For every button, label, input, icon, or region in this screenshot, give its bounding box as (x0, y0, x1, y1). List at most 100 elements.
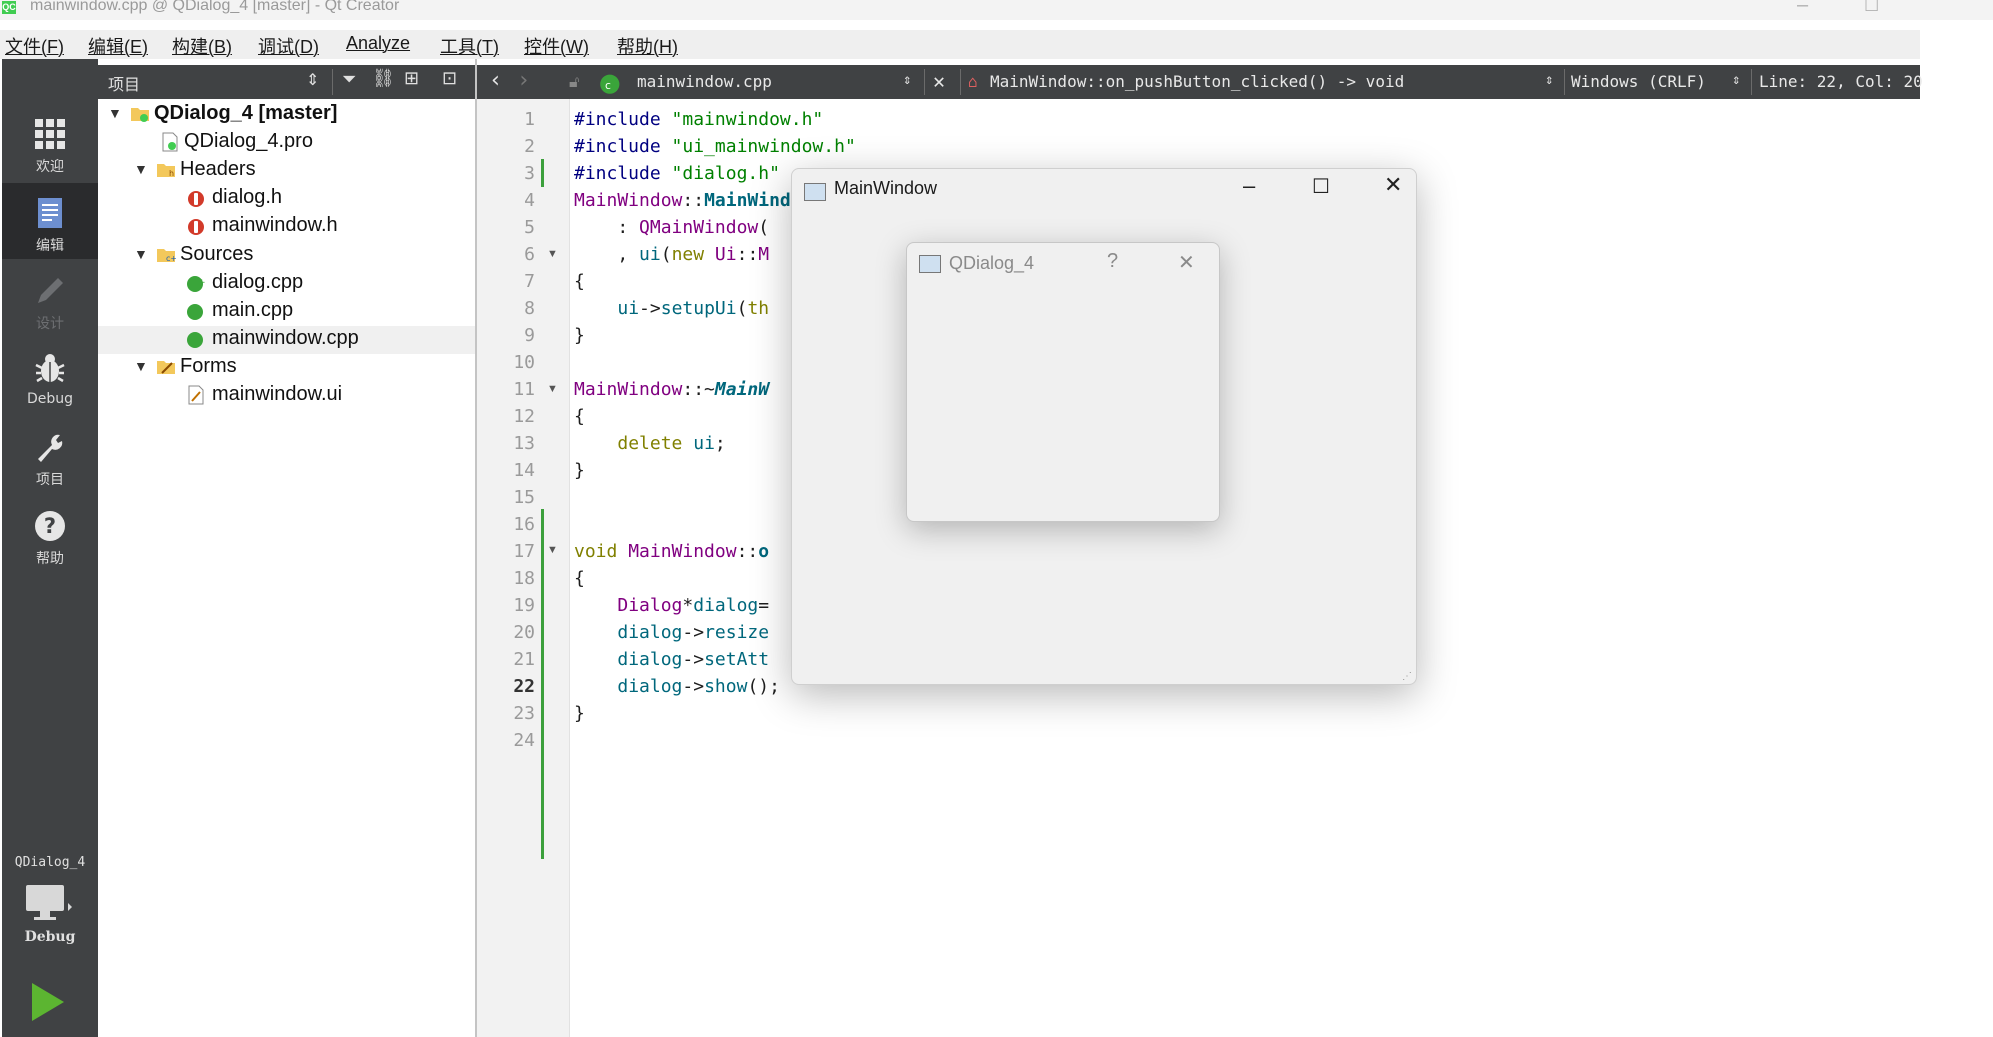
line-number: 10 (513, 352, 535, 373)
line-number: 22 (513, 676, 535, 697)
mode-projects[interactable]: 项目 (2, 417, 98, 493)
app-window-icon (919, 255, 941, 273)
code-line: Dialog*dialog= (617, 595, 770, 616)
line-number: 18 (513, 568, 535, 589)
filter-icon[interactable]: ⏷ (342, 69, 356, 90)
line-number: 19 (513, 595, 535, 616)
close-icon[interactable]: ✕ (1384, 172, 1402, 198)
tree-item-label: QDialog_4.pro (184, 130, 313, 152)
line-number: 4 (524, 190, 535, 211)
mode-welcome[interactable]: 欢迎 (2, 104, 98, 180)
close-icon[interactable]: ✕ (1178, 250, 1195, 275)
line-number: 2 (524, 136, 535, 157)
symbol-updown-icon[interactable]: ⇕ (1545, 72, 1553, 88)
code-line: } (574, 460, 585, 481)
mode-design[interactable]: 设计 (2, 261, 98, 337)
expand-arrow-icon[interactable]: ▼ (108, 105, 122, 121)
tree-item-headers[interactable]: ▼ h Headers (98, 157, 475, 185)
close-panel-icon[interactable]: ⊡ (442, 68, 457, 89)
qdialog-window[interactable]: QDialog_4 ? ✕ (906, 242, 1220, 522)
minimize-icon[interactable]: – (1797, 0, 1808, 17)
kit-selector[interactable]: Debug (2, 877, 98, 957)
tree-item-dialog-cpp[interactable]: + dialog.cpp (98, 270, 475, 298)
mode-help-label: 帮助 (36, 551, 64, 567)
link-icon[interactable]: ⛓ (372, 68, 395, 89)
tree-item-mainwindow-ui[interactable]: mainwindow.ui (98, 382, 475, 410)
maximize-icon[interactable]: ☐ (1312, 174, 1330, 199)
code-line: { (574, 406, 585, 427)
tree-item-label: Headers (180, 158, 256, 180)
lock-icon[interactable]: 🔓︎ (569, 72, 579, 92)
tree-item-main-cpp[interactable]: main.cpp (98, 298, 475, 326)
headers-folder-icon: h (157, 164, 175, 178)
code-line: #include "dialog.h" (574, 163, 780, 184)
expand-arrow-icon[interactable]: ▼ (134, 358, 148, 374)
resize-grip-icon[interactable]: ⋰ (1402, 671, 1412, 682)
mode-debug-label: Debug (26, 391, 74, 407)
edit-doc-icon (38, 198, 62, 228)
line-number: 3 (524, 163, 535, 184)
cursor-position[interactable]: Line: 22, Col: 20 (1759, 72, 1923, 91)
tree-item-label: dialog.cpp (212, 271, 304, 293)
line-numbers: 1 2 3 4 5 6 7 8 9 10 11 12 13 14 15 16 17 18 19 20 21 22 23 24 (477, 99, 569, 1037)
tree-item-label: Forms (180, 355, 237, 377)
mode-edit[interactable]: 编辑 (2, 183, 98, 259)
svg-text:+: + (198, 278, 206, 288)
menu-file[interactable]: 文件(F) (5, 33, 64, 59)
tree-item-label: QDialog_4 [master] (154, 102, 338, 124)
line-ending-selector[interactable]: Windows (CRLF) (1571, 72, 1706, 91)
menu-build[interactable]: 构建(B) (172, 33, 232, 59)
selector-updown-icon[interactable]: ⇕ (306, 70, 319, 90)
cpp-file-icon: + (187, 276, 206, 292)
folder-icon (131, 108, 149, 122)
mode-design-label: 设计 (36, 316, 64, 332)
tree-item-sources[interactable]: ▼ c+ Sources (98, 242, 475, 270)
editor-toolbar: ‹ › 🔓︎ c mainwindow.cpp ⇕ ✕ ⌂ MainWindow… (477, 65, 1923, 99)
tree-item-mainwindow-cpp[interactable]: mainwindow.cpp (98, 326, 475, 354)
pro-file-icon (162, 132, 178, 152)
code-line: #include "mainwindow.h" (574, 109, 824, 130)
menu-edit[interactable]: 编辑(E) (88, 33, 148, 59)
header-file-icon (188, 191, 204, 207)
toolbar-separator (1751, 69, 1752, 95)
tree-item-label: mainwindow.cpp (212, 327, 359, 349)
tree-item-project-root[interactable]: ▼ QDialog_4 [master] (98, 101, 475, 129)
menu-tools[interactable]: 工具(T) (440, 33, 499, 59)
file-selector-updown-icon[interactable]: ⇕ (903, 72, 911, 88)
line-number: 16 (513, 514, 535, 535)
view-selector[interactable]: 项目 (108, 71, 140, 95)
expand-arrow-icon[interactable]: ▼ (134, 161, 148, 177)
maximize-icon[interactable]: ☐ (1864, 0, 1879, 16)
menu-debug[interactable]: 调试(D) (258, 33, 319, 59)
mode-debug[interactable]: Debug (2, 339, 98, 415)
code-line: dialog->setAtt (617, 649, 770, 670)
wrench-icon (38, 434, 63, 462)
svg-text:c: c (605, 79, 611, 92)
code-line: delete ui; (617, 433, 726, 454)
code-line: , ui(new Ui::M (574, 244, 770, 265)
tree-item-forms[interactable]: ▼ Forms (98, 354, 475, 382)
tree-item-dialog-h[interactable]: dialog.h (98, 185, 475, 213)
menu-help[interactable]: 帮助(H) (617, 33, 678, 59)
menu-controls[interactable]: 控件(W) (524, 33, 589, 59)
minimize-icon[interactable]: – (1243, 173, 1255, 199)
line-number: 8 (524, 298, 535, 319)
tree-item-label: main.cpp (212, 299, 294, 321)
current-file-name[interactable]: mainwindow.cpp (637, 72, 772, 91)
line-ending-updown-icon[interactable]: ⇕ (1732, 72, 1740, 88)
back-icon[interactable]: ‹ (489, 68, 502, 93)
run-button[interactable] (24, 977, 74, 1027)
expand-arrow-icon[interactable]: ▼ (134, 246, 148, 262)
split-icon[interactable]: ⊞ (404, 68, 419, 89)
tree-item-pro-file[interactable]: QDialog_4.pro (98, 129, 475, 157)
tree-item-mainwindow-h[interactable]: mainwindow.h (98, 213, 475, 241)
mode-projects-label: 项目 (36, 472, 64, 488)
line-number: 1 (524, 109, 535, 130)
forward-icon[interactable]: › (517, 68, 530, 93)
menu-analyze[interactable]: Analyze (346, 33, 410, 54)
symbol-selector[interactable]: MainWindow::on_pushButton_clicked() -> v… (990, 72, 1404, 91)
tree-item-label: mainwindow.h (212, 214, 338, 236)
close-document-icon[interactable]: ✕ (933, 69, 945, 93)
mode-help[interactable]: ? 帮助 (2, 496, 98, 572)
help-button[interactable]: ? (1107, 250, 1118, 273)
